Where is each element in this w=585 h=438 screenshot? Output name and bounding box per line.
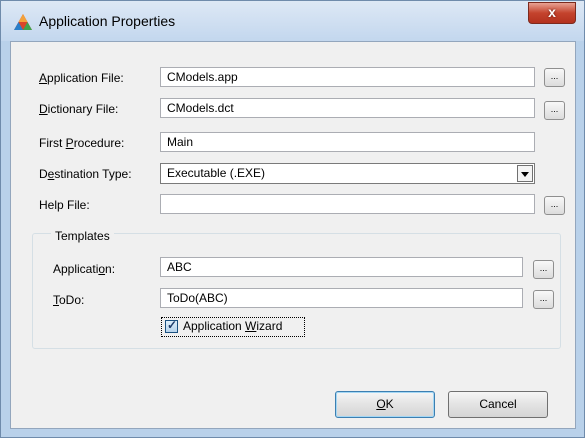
todo-template-browse-button[interactable]: ... [533,290,554,309]
ok-button[interactable]: OK [335,391,435,418]
window-title: Application Properties [39,13,176,29]
app-triangle-icon [14,14,32,30]
help-file-browse-button[interactable]: ... [544,196,565,215]
application-file-label: Application File: [39,71,124,85]
destination-type-select[interactable]: Executable (.EXE) [160,163,535,184]
first-procedure-input[interactable]: Main [160,132,535,152]
destination-type-value: Executable (.EXE) [167,166,266,180]
close-icon: x [548,4,556,20]
chevron-down-icon [521,172,529,177]
application-wizard-checkbox[interactable]: ✓ [165,318,178,333]
todo-template-label: ToDo: [53,293,85,307]
application-file-browse-button[interactable]: ... [544,68,565,87]
destination-type-label: Destination Type: [39,167,132,181]
application-template-label: Application: [53,262,116,276]
templates-group-title: Templates [51,229,114,243]
help-file-input[interactable] [160,194,535,214]
todo-template-input[interactable]: ToDo(ABC) [160,288,523,308]
dictionary-file-input[interactable]: CModels.dct [160,98,535,118]
cancel-button[interactable]: Cancel [448,391,548,418]
dictionary-file-browse-button[interactable]: ... [544,101,565,120]
first-procedure-label: First Procedure: [39,136,125,150]
application-wizard-label[interactable]: Application Wizard [183,319,282,333]
title-bar[interactable]: Application Properties x [1,1,584,41]
dictionary-file-label: Dictionary File: [39,102,119,116]
application-file-input[interactable]: CModels.app [160,67,535,87]
application-template-browse-button[interactable]: ... [533,260,554,279]
application-template-input[interactable]: ABC [160,257,523,277]
dropdown-arrow-button[interactable] [517,165,533,182]
application-properties-dialog: Application Properties x Application Fil… [0,0,585,438]
close-button[interactable]: x [528,2,576,24]
checkmark-icon: ✓ [167,318,178,332]
help-file-label: Help File: [39,198,90,212]
